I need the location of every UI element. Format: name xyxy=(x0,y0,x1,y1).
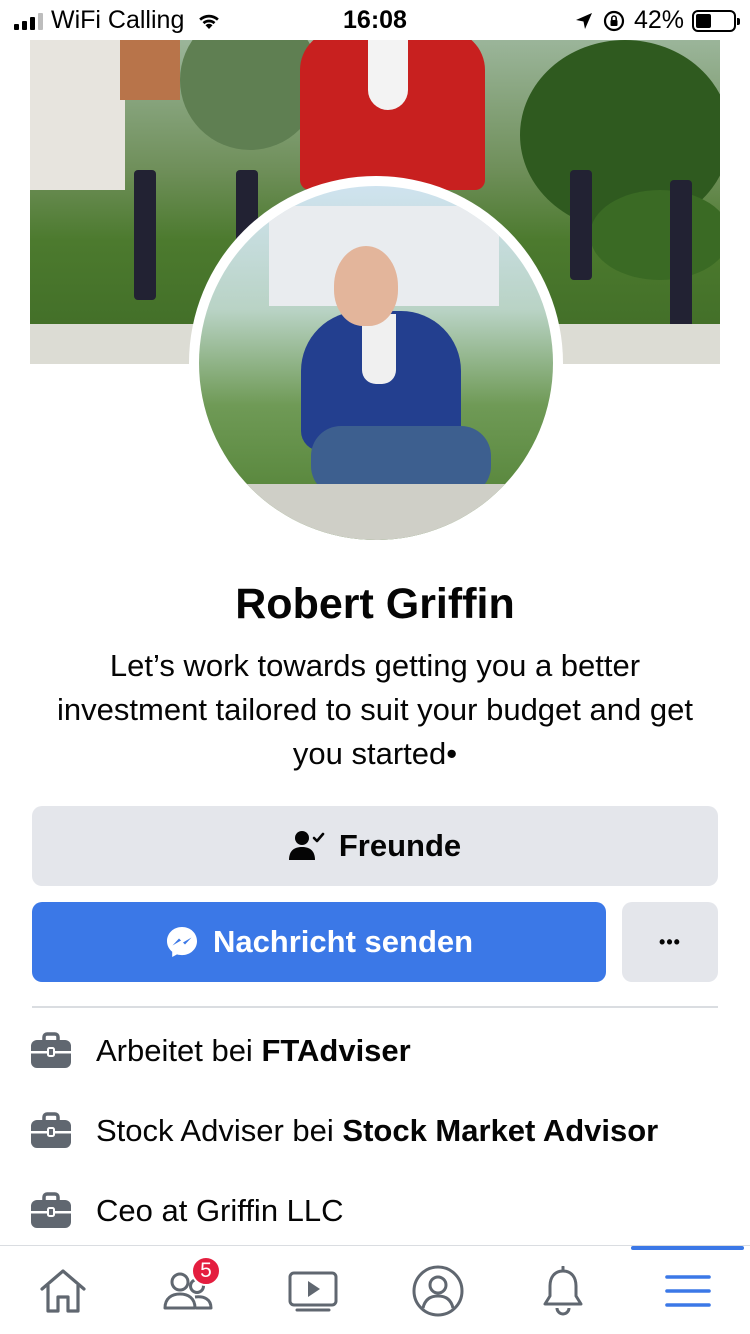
messenger-icon xyxy=(166,927,197,957)
orientation-lock-icon xyxy=(603,10,625,31)
divider xyxy=(32,1006,718,1008)
work-info-text: Ceo at Griffin LLC xyxy=(96,1193,344,1228)
menu-icon xyxy=(664,1274,711,1307)
work-info-item[interactable]: Ceo at Griffin LLC xyxy=(30,1191,344,1231)
more-options-icon: ••• xyxy=(659,931,681,952)
battery-level xyxy=(696,13,712,28)
work-info-text: Arbeitet bei FTAdviser xyxy=(96,1033,411,1068)
home-icon xyxy=(39,1268,86,1313)
tab-home[interactable] xyxy=(0,1246,125,1334)
profile-name: Robert Griffin xyxy=(235,580,515,628)
briefcase-icon xyxy=(31,1032,71,1068)
friends-button-label: Freunde xyxy=(338,828,462,863)
status-right: 42% xyxy=(574,6,740,35)
work-info-item[interactable]: Arbeitet bei FTAdviser xyxy=(30,1031,411,1071)
send-message-label: Nachricht senden xyxy=(212,924,474,959)
bottom-tab-bar: 5 xyxy=(0,1245,750,1334)
tab-notifications[interactable] xyxy=(500,1246,625,1334)
watch-icon xyxy=(288,1271,337,1311)
battery-percent: 42% xyxy=(633,6,684,34)
avatar-photo xyxy=(199,186,553,540)
work-info-text: Stock Adviser bei Stock Market Advisor xyxy=(96,1113,659,1148)
tab-menu[interactable] xyxy=(625,1246,750,1334)
briefcase-icon xyxy=(31,1112,71,1148)
briefcase-icon xyxy=(31,1192,71,1228)
profile-bio: Let’s work towards getting you a better … xyxy=(57,648,693,771)
profile-avatar[interactable] xyxy=(189,176,563,550)
notifications-icon xyxy=(543,1265,582,1315)
tab-profile[interactable] xyxy=(375,1246,500,1334)
tab-watch[interactable] xyxy=(250,1246,375,1334)
status-bar: WiFi Calling 16:08 42% xyxy=(0,0,750,40)
tab-friends[interactable]: 5 xyxy=(125,1246,250,1334)
send-message-button[interactable]: Nachricht senden xyxy=(32,902,606,982)
location-arrow-icon xyxy=(575,12,592,29)
friends-button[interactable]: Freunde xyxy=(32,806,718,886)
friend-check-icon xyxy=(288,831,325,860)
friends-notification-badge: 5 xyxy=(191,1256,221,1286)
battery-icon xyxy=(692,9,740,32)
profile-icon xyxy=(412,1265,463,1316)
more-options-button[interactable]: ••• xyxy=(622,902,718,982)
work-info-item[interactable]: Stock Adviser bei Stock Market Advisor xyxy=(30,1111,658,1151)
